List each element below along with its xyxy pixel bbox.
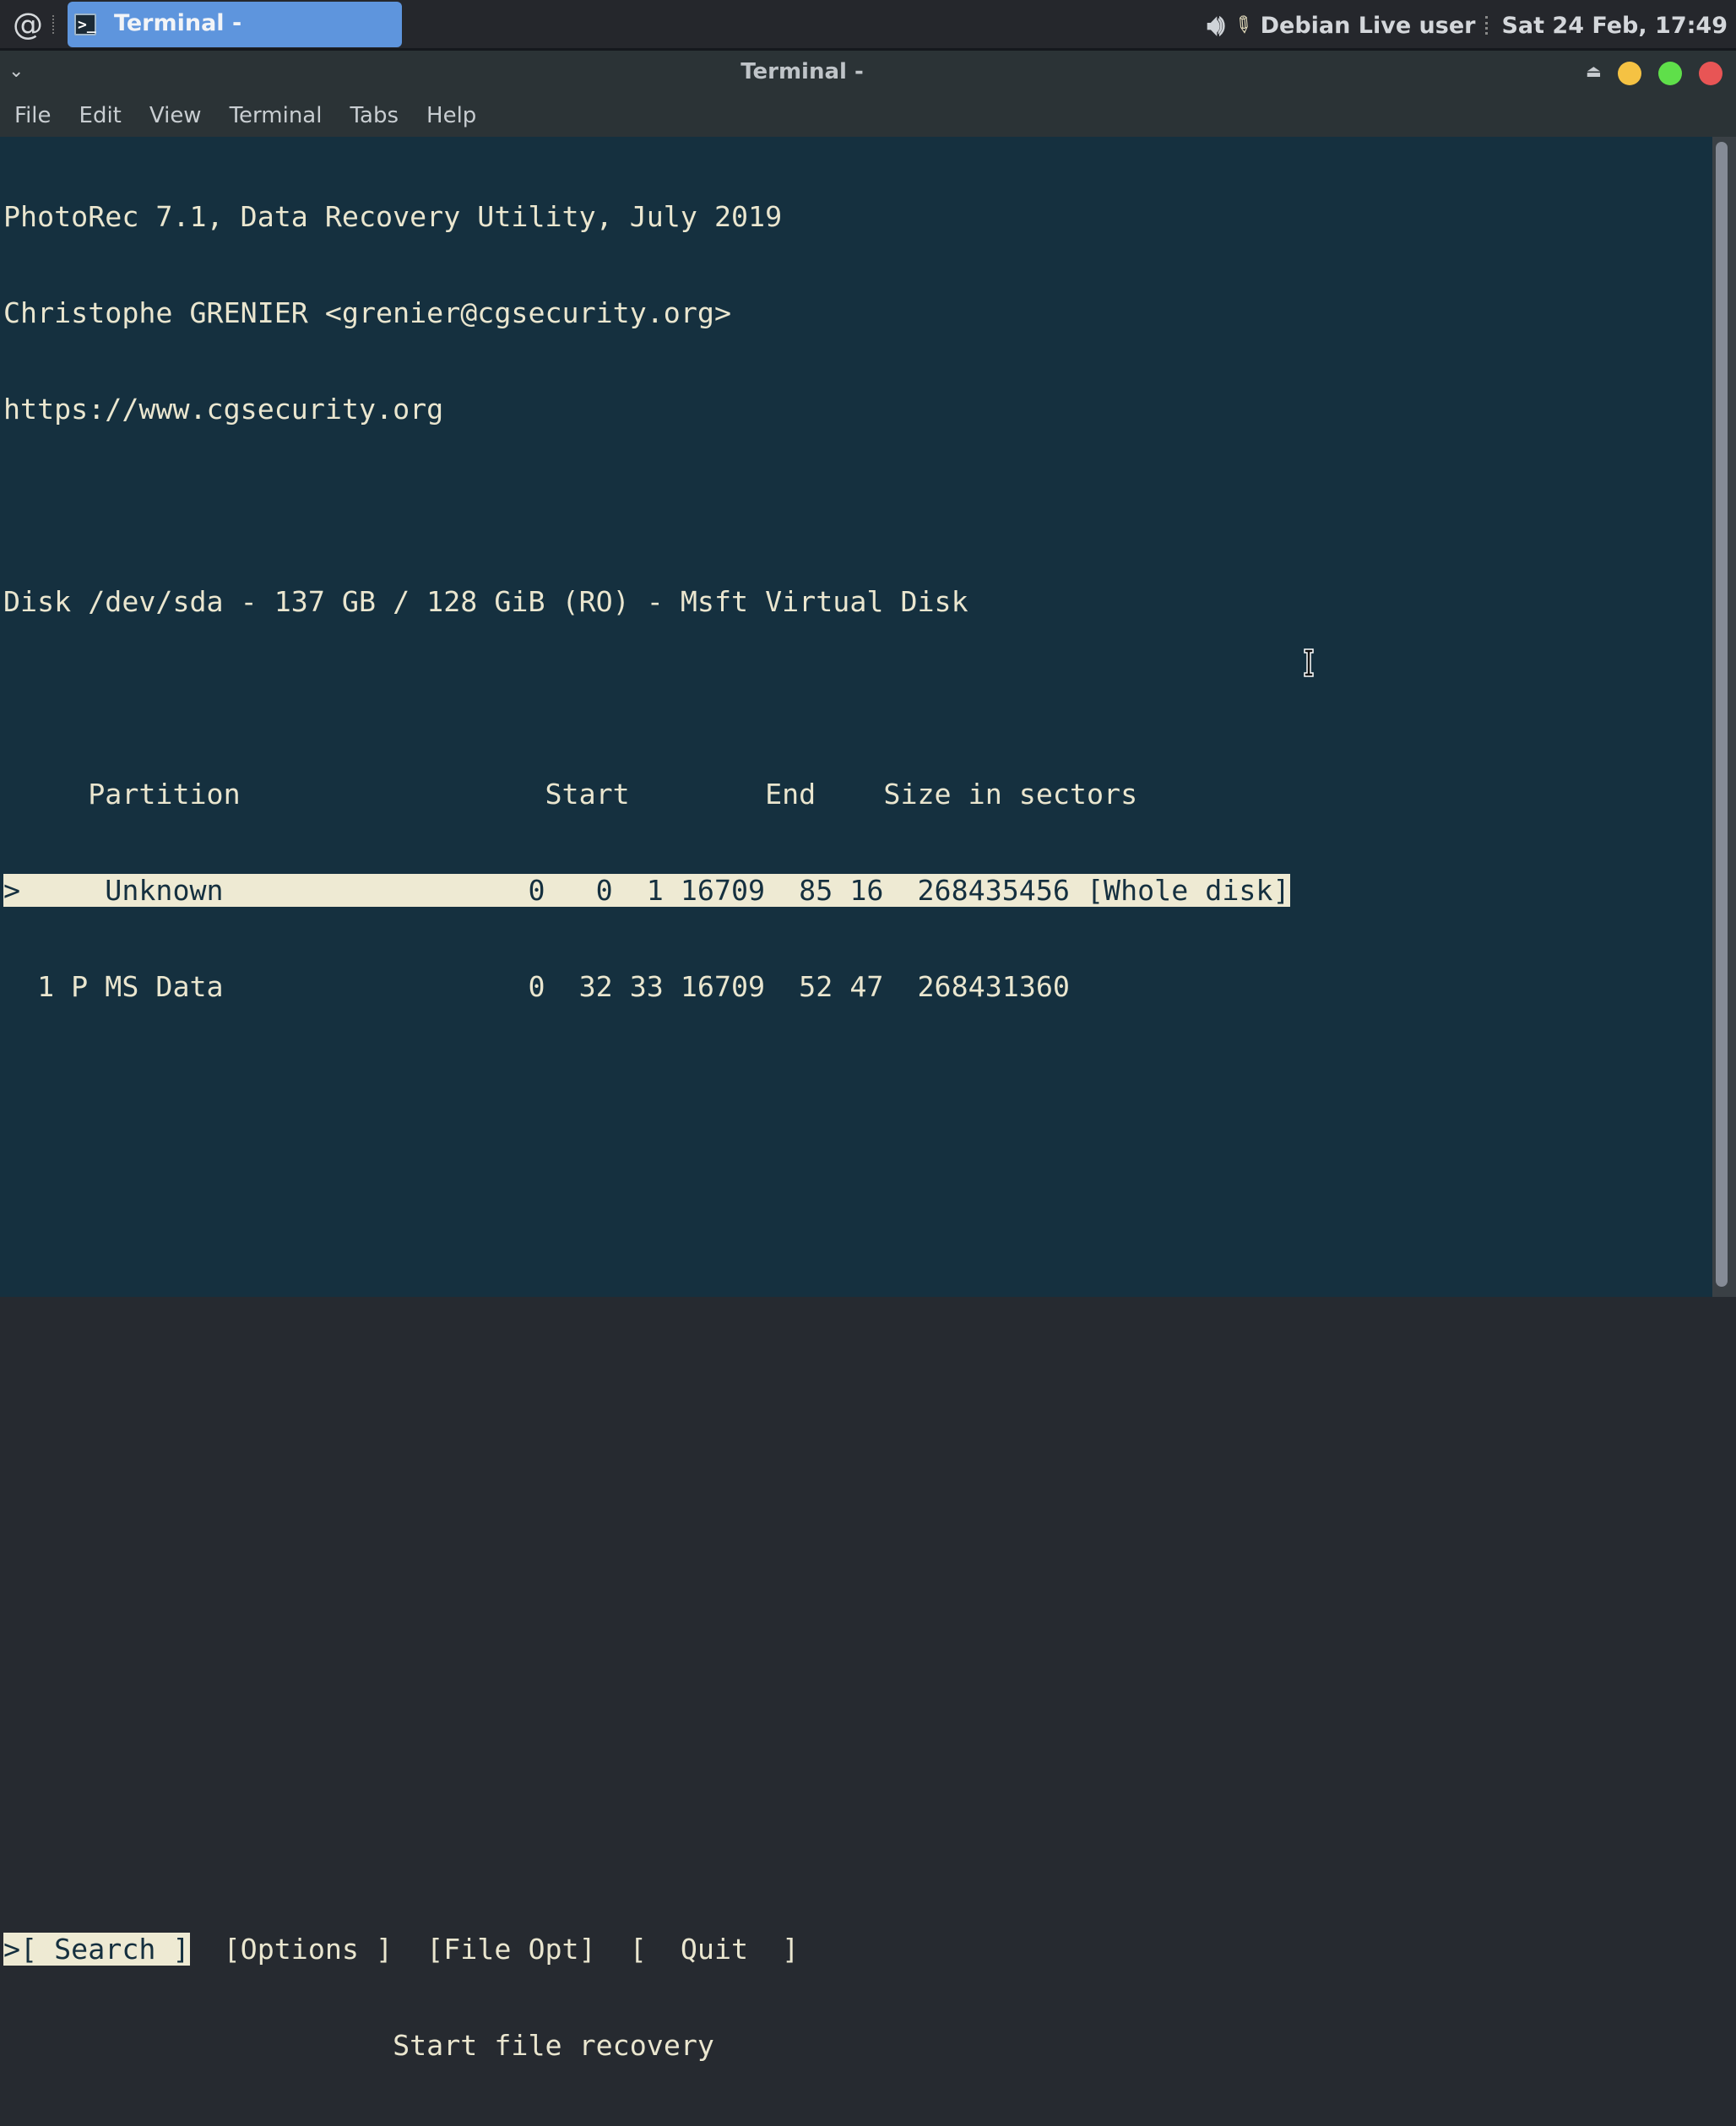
disk-info: Disk /dev/sda - 137 GB / 128 GiB (RO) - … (3, 585, 968, 618)
search-button[interactable]: >[ Search ] (3, 1933, 190, 1966)
terminal-window: ⌄ Terminal - ⏏ File Edit View Terminal T… (0, 51, 1736, 2062)
table-header: Partition Start End Size in sectors (3, 778, 1138, 811)
debian-swirl-icon[interactable]: @ (12, 8, 44, 43)
menu-bar: File Edit View Terminal Tabs Help (0, 96, 1736, 138)
header-line: PhotoRec 7.1, Data Recovery Utility, Jul… (3, 200, 783, 233)
menu-view[interactable]: View (135, 96, 215, 138)
window-title: Terminal - (741, 59, 864, 84)
partition-row[interactable]: 1 P MS Data 0 32 33 16709 52 47 26843136… (3, 971, 1290, 1003)
partition-row-selected[interactable]: > Unknown 0 0 1 16709 85 16 268435456 [W… (3, 874, 1290, 907)
menu-file[interactable]: File (0, 96, 65, 138)
menu-edit[interactable]: Edit (65, 96, 135, 138)
tray-separator (1485, 16, 1491, 35)
text-cursor-icon (1304, 648, 1314, 677)
close-button[interactable] (1699, 62, 1722, 85)
user-name[interactable]: Debian Live user (1261, 13, 1476, 39)
file-opt-button[interactable]: [File Opt] (426, 1933, 595, 1966)
maximize-button[interactable] (1658, 62, 1682, 85)
volume-icon[interactable]: 🔊︎ (1207, 8, 1224, 42)
terminal-text: PhotoRec 7.1, Data Recovery Utility, Jul… (3, 137, 1290, 2126)
taskbar-item-label: Terminal - (114, 10, 242, 36)
scrollbar-thumb[interactable] (1716, 142, 1728, 1287)
quit-button[interactable]: [ Quit ] (630, 1933, 799, 1966)
minimize-button[interactable] (1618, 62, 1641, 85)
system-tray: 🔊︎ ✎ Debian Live user Sat 24 Feb, 17:49 (1207, 7, 1728, 44)
terminal-icon: >_ (74, 14, 96, 35)
header-line: https://www.cgsecurity.org (3, 393, 444, 426)
top-panel: @ >_ Terminal - 🔊︎ ✎ Debian Live user Sa… (0, 0, 1736, 51)
menu-tabs[interactable]: Tabs (335, 96, 412, 138)
clock[interactable]: Sat 24 Feb, 17:49 (1501, 13, 1728, 39)
terminal-area[interactable]: PhotoRec 7.1, Data Recovery Utility, Jul… (0, 137, 1712, 2062)
menu-terminal[interactable]: Terminal (215, 96, 336, 138)
power-plug-icon[interactable]: ✎ (1228, 10, 1258, 41)
header-line: Christophe GRENIER <grenier@cgsecurity.o… (3, 296, 731, 329)
options-button[interactable]: [Options ] (224, 1933, 393, 1966)
title-bar[interactable]: ⌄ Terminal - ⏏ (0, 51, 1736, 96)
shade-eject-icon[interactable]: ⏏ (1586, 61, 1602, 81)
menu-help[interactable]: Help (412, 96, 490, 138)
panel-separator (52, 15, 59, 34)
taskbar-item-terminal[interactable]: >_ Terminal - (68, 2, 402, 47)
hint-text: Start file recovery (393, 2029, 714, 2062)
